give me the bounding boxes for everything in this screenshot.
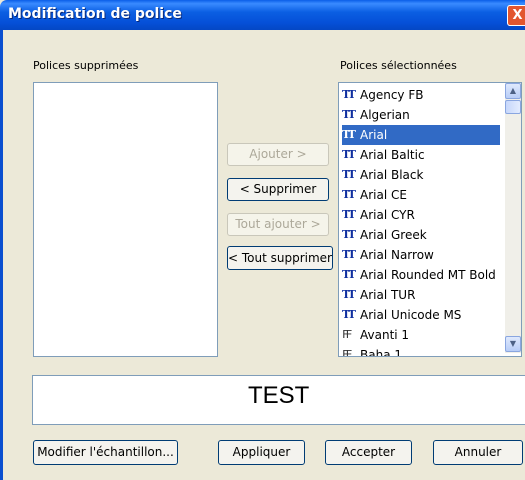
font-name: Baha 1 [360,348,402,357]
truetype-icon: TT [342,268,356,281]
title-bar[interactable]: Modification de police X [0,0,525,30]
remove-all-button[interactable]: < Tout supprimer [227,246,333,270]
font-list-item[interactable]: TT Arial CYR [342,205,500,225]
arrow-down-icon: ▼ [509,339,517,348]
selected-fonts-list[interactable]: TT Agency FB TT Algerian TT Arial TT Arial Balt… [338,82,522,357]
modify-sample-button[interactable]: Modifier l'échantillon... [33,440,178,465]
font-list-item[interactable]: TT Arial Narrow [342,245,500,265]
font-name: Avanti 1 [360,328,410,342]
printer-font-icon: FF [342,348,352,357]
sample-text: TEST [248,382,310,409]
remove-button[interactable]: < Supprimer [227,178,329,201]
selected-fonts-label: Polices sélectionnées [340,59,457,72]
window-title: Modification de police [8,6,182,22]
font-list-item[interactable]: TT Arial Unicode MS [342,305,500,325]
truetype-icon: TT [342,308,356,321]
font-list-item[interactable]: TT Arial Black [342,165,500,185]
font-list-item[interactable]: TT Arial CE [342,185,500,205]
font-name: Arial Narrow [360,248,434,262]
font-name: Arial Baltic [360,148,425,162]
removed-fonts-label: Polices supprimées [33,59,139,72]
truetype-icon: TT [342,148,356,161]
printer-font-icon: FF [342,328,352,341]
scroll-up-button[interactable]: ▲ [505,83,521,99]
sample-preview: TEST [32,375,525,425]
font-list-item[interactable]: TT Agency FB [342,85,500,105]
font-name: Arial Unicode MS [360,308,462,322]
add-button[interactable]: Ajouter > [227,143,329,166]
cancel-button[interactable]: Annuler [433,440,523,465]
truetype-icon: TT [342,88,356,101]
close-icon: X [512,8,523,23]
font-list-item[interactable]: FF Baha 1 [342,345,500,357]
add-all-button[interactable]: Tout ajouter > [227,213,329,236]
font-list-item[interactable]: FF Avanti 1 [342,325,500,345]
font-list-item[interactable]: TT Arial Baltic [342,145,500,165]
truetype-icon: TT [342,228,356,241]
accept-button[interactable]: Accepter [325,440,412,465]
font-name: Arial Black [360,168,424,182]
removed-fonts-list[interactable] [33,82,218,357]
truetype-icon: TT [342,288,356,301]
scroll-thumb[interactable] [505,100,521,114]
truetype-icon: TT [342,248,356,261]
scroll-down-button[interactable]: ▼ [505,336,521,352]
vertical-scrollbar[interactable]: ▲ ▼ [505,83,521,353]
truetype-icon: TT [342,168,356,181]
truetype-icon: TT [342,108,356,121]
font-list-item[interactable]: TT Algerian [342,105,500,125]
font-list-item[interactable]: TT Arial Rounded MT Bold [342,265,500,285]
window-frame [0,30,3,480]
truetype-icon: TT [342,128,356,141]
truetype-icon: TT [342,208,356,221]
apply-button[interactable]: Appliquer [218,440,305,465]
close-button[interactable]: X [507,5,525,26]
font-name: Algerian [360,108,410,122]
font-name: Arial CYR [360,208,415,222]
font-name: Arial Rounded MT Bold [360,268,496,282]
font-list-item[interactable]: TT Arial TUR [342,285,500,305]
truetype-icon: TT [342,188,356,201]
font-name: Arial [360,128,388,142]
font-list-item[interactable]: TT Arial [342,125,500,145]
font-name: Arial CE [360,188,407,202]
font-list-item[interactable]: TT Arial Greek [342,225,500,245]
font-name: Arial Greek [360,228,427,242]
font-name: Arial TUR [360,288,416,302]
font-name: Agency FB [360,88,424,102]
arrow-up-icon: ▲ [509,86,517,95]
